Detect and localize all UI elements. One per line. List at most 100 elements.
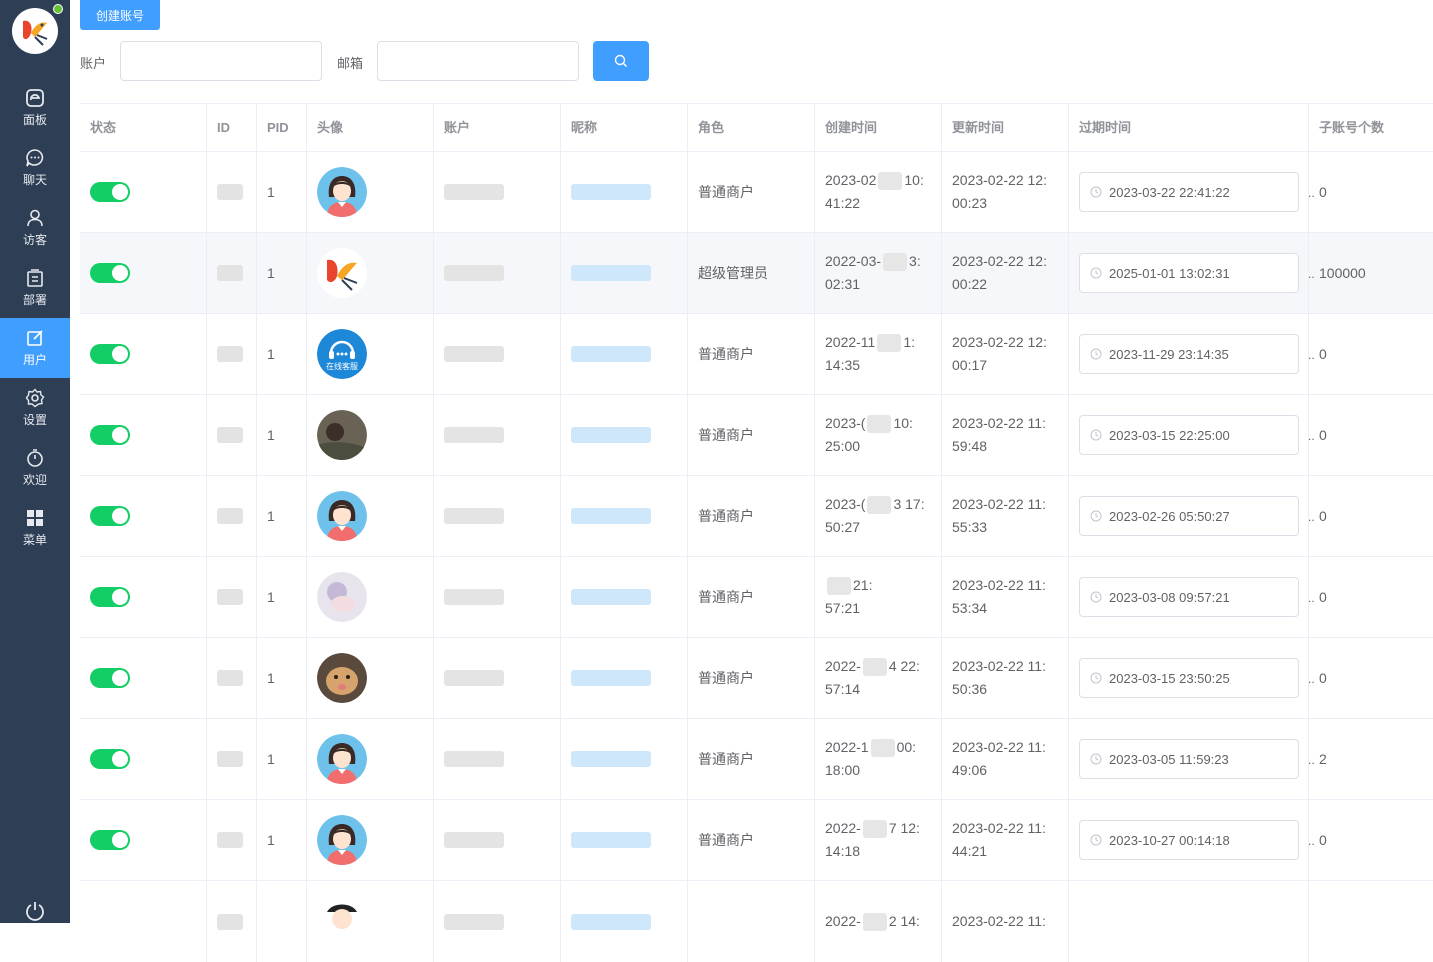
nav-label: 部署: [22, 293, 47, 307]
clock-icon: [1090, 348, 1102, 360]
sub-count-value: 0: [1319, 508, 1327, 524]
timer-icon: [27, 449, 43, 467]
expire-date-picker[interactable]: 2023-03-08 09:57:21: [1079, 577, 1299, 617]
email-input[interactable]: [377, 41, 579, 81]
avatar: [317, 491, 367, 541]
sub-count-cell: 0: [1309, 152, 1433, 232]
created-time-part: 25:00: [825, 438, 861, 454]
updated-time: 2023-02-22 11: 50:36: [952, 655, 1046, 701]
account-input[interactable]: [120, 41, 322, 81]
expire-date-picker[interactable]: 2023-02-26 05:50:27: [1079, 496, 1299, 536]
expire-cell: 2023-03-05 11:59:23: [1069, 719, 1309, 799]
expire-date-picker[interactable]: 2023-10-27 00:14:18: [1079, 820, 1299, 860]
expire-date-picker[interactable]: 2023-03-22 22:41:22: [1079, 172, 1299, 212]
status-toggle[interactable]: [90, 668, 130, 688]
nav-item-welcome[interactable]: 欢迎: [0, 438, 70, 498]
created-time-part: 57:21: [825, 600, 861, 616]
created-time: 21: 57:21: [825, 574, 872, 620]
dashboard-icon: [26, 89, 44, 107]
expire-date-picker[interactable]: 2023-03-15 22:25:00: [1079, 415, 1299, 455]
created-cell: 2022- 7 12: 14:18: [815, 800, 942, 880]
sub-count-cell: 100000: [1309, 233, 1433, 313]
nickname-redacted: [571, 751, 651, 767]
clock-icon: [1090, 510, 1102, 522]
table-row: 1 普通商户 2022- 4 22: 57:14 2023-02-22 11: 50:36 2…: [80, 638, 1433, 719]
updated-time-part: 2023-02-22 11:: [952, 658, 1046, 674]
pid-cell: 1: [257, 800, 307, 880]
account-redacted: [444, 508, 504, 524]
expire-cell: 2023-02-26 05:50:27: [1069, 476, 1309, 556]
role-value: 普通商户: [698, 508, 754, 524]
updated-time-part: 2023-02-22 11:: [952, 739, 1046, 755]
table-row: 1 普通商户 2023-02 10: 41:22 2023-02-22 12: 00:23 2…: [80, 152, 1433, 233]
nav-item-settings[interactable]: 设置: [0, 378, 70, 438]
id-redacted: [217, 184, 243, 200]
role-cell: 普通商户: [688, 314, 815, 394]
created-time-part: 1:: [903, 334, 916, 350]
nav-item-visitor[interactable]: 访客: [0, 198, 70, 258]
account-label: 账户: [80, 56, 107, 71]
created-time: 2023-(10: 25:00: [825, 412, 913, 458]
status-toggle[interactable]: [90, 587, 130, 607]
nav-item-users[interactable]: 用户: [0, 318, 70, 378]
expire-date-picker[interactable]: 2023-03-05 11:59:23: [1079, 739, 1299, 779]
search-button[interactable]: [593, 41, 649, 81]
created-redacted: [867, 415, 892, 434]
status-toggle[interactable]: [90, 425, 130, 445]
created-time-part: 2023-02: [825, 172, 877, 188]
id-cell: [207, 881, 257, 962]
status-toggle[interactable]: [90, 830, 130, 850]
clock-icon: [1090, 672, 1102, 684]
nickname-cell: [561, 638, 688, 718]
table-row: 1 普通商户 21: 57:21 2023-02-22 11: 53:34 2023-03-…: [80, 557, 1433, 638]
account-cell: [434, 233, 561, 313]
expire-date-picker[interactable]: 2023-03-15 23:50:25: [1079, 658, 1299, 698]
created-cell: 2022- 2 14:: [815, 881, 942, 962]
nav-item-menu[interactable]: 菜单: [0, 498, 70, 558]
role-value: 普通商户: [698, 346, 754, 362]
pid-cell: [257, 881, 307, 962]
created-redacted: [870, 739, 895, 758]
nav-label: 用户: [22, 353, 47, 367]
chat-icon: [26, 149, 44, 167]
created-cell: 2023-(10: 25:00: [815, 395, 942, 475]
status-toggle[interactable]: [90, 344, 130, 364]
clock-icon: [1090, 753, 1102, 765]
power-icon[interactable]: [24, 900, 46, 922]
created-cell: 2022-1 00: 18:00: [815, 719, 942, 799]
updated-cell: 2023-02-22 12: 00:17: [942, 314, 1069, 394]
status-toggle[interactable]: [90, 263, 130, 283]
expire-date-picker[interactable]: 2023-11-29 23:14:35: [1079, 334, 1299, 374]
table-row: 2022- 2 14: 2023-02-22 11:: [80, 881, 1433, 962]
updated-time-part: 55:33: [952, 519, 988, 535]
created-time: 2022- 4 22: 57:14: [825, 655, 920, 701]
role-value: 普通商户: [698, 184, 754, 200]
pid-value: 1: [267, 751, 275, 767]
deploy-icon: [27, 269, 43, 287]
nav-item-dashboard[interactable]: 面板: [0, 78, 70, 138]
status-toggle[interactable]: [90, 182, 130, 202]
created-redacted: [862, 913, 887, 932]
id-cell: [207, 395, 257, 475]
created-time: 2022-03- 3: 02:31: [825, 250, 921, 296]
sub-count-value: 0: [1319, 427, 1327, 443]
avatar-cell: [307, 557, 434, 637]
id-redacted: [217, 751, 243, 767]
nav-item-chat[interactable]: 聊天: [0, 138, 70, 198]
created-time-part: 02:31: [825, 276, 861, 292]
sub-count-cell: 0: [1309, 557, 1433, 637]
updated-time: 2023-02-22 12: 00:23: [952, 169, 1047, 215]
status-toggle[interactable]: [90, 506, 130, 526]
create-account-button[interactable]: 创建账号: [80, 0, 160, 30]
header-id: ID: [207, 104, 257, 152]
created-time-part: 3 17:: [893, 496, 925, 512]
nickname-cell: [561, 557, 688, 637]
updated-time: 2023-02-22 12: 00:22: [952, 250, 1047, 296]
account-cell: [434, 395, 561, 475]
expire-date-picker[interactable]: 2025-01-01 13:02:31: [1079, 253, 1299, 293]
pid-cell: 1: [257, 638, 307, 718]
pid-cell: 1: [257, 557, 307, 637]
table-row: 1 普通商户 2022-1 00: 18:00 2023-02-22 11: 49:06 20…: [80, 719, 1433, 800]
status-toggle[interactable]: [90, 749, 130, 769]
nav-item-deploy[interactable]: 部署: [0, 258, 70, 318]
